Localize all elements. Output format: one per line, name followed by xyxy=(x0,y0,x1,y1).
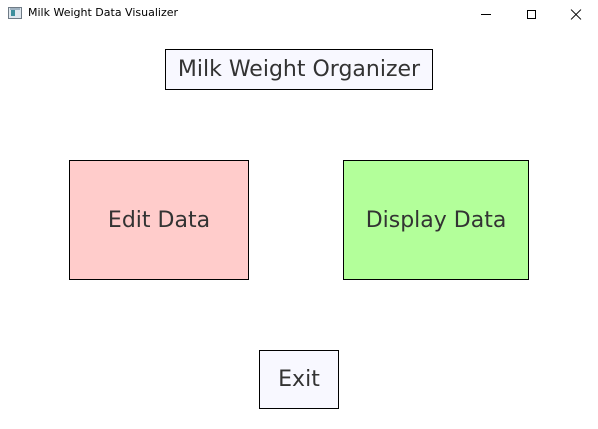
app-window-icon xyxy=(8,7,22,19)
page-title: Milk Weight Organizer xyxy=(165,49,433,90)
display-data-button[interactable]: Display Data xyxy=(343,160,529,280)
maximize-button[interactable] xyxy=(508,0,554,28)
title-bar[interactable]: Milk Weight Data Visualizer xyxy=(0,0,598,28)
app-window: Milk Weight Data Visualizer Milk Weight … xyxy=(0,0,598,429)
close-button[interactable] xyxy=(553,0,598,28)
close-icon xyxy=(570,8,582,20)
window-title: Milk Weight Data Visualizer xyxy=(28,6,179,19)
maximize-icon xyxy=(526,9,536,19)
minimize-button[interactable] xyxy=(463,0,509,28)
edit-data-button[interactable]: Edit Data xyxy=(69,160,249,280)
minimize-icon xyxy=(481,13,491,15)
exit-button[interactable]: Exit xyxy=(259,350,339,409)
